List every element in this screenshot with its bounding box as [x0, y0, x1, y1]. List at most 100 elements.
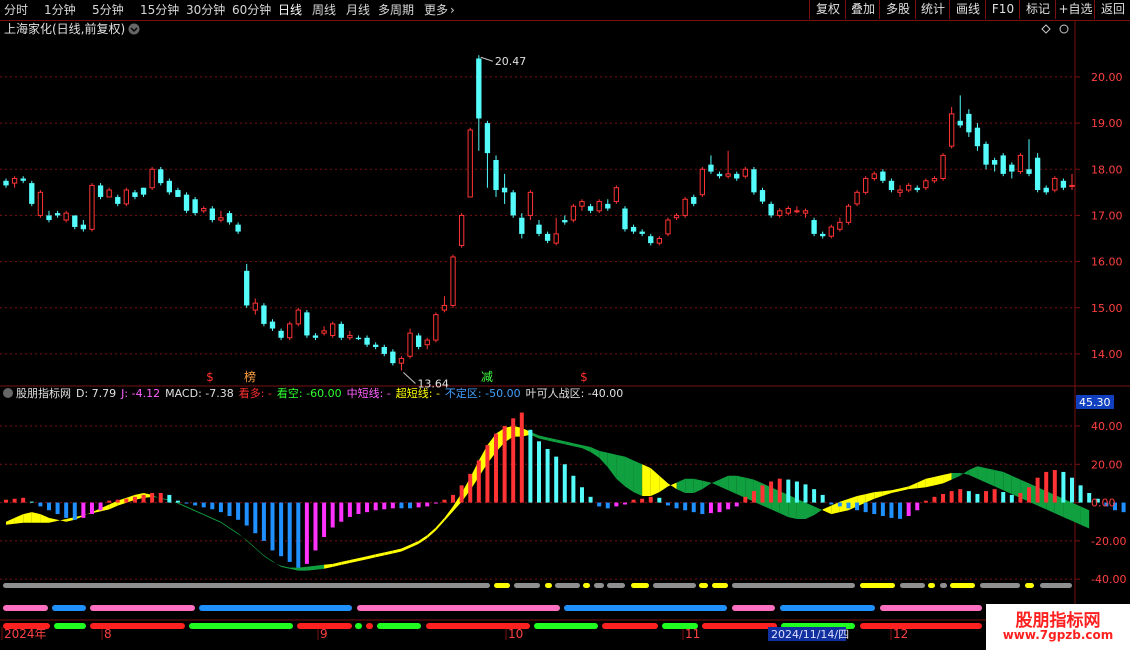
status-strip-1 — [607, 583, 625, 588]
candle-body — [89, 184, 95, 230]
indicator-bar — [674, 502, 679, 509]
band-segment — [1080, 506, 1090, 529]
indicator-bar — [820, 494, 825, 503]
current-value-label: 45.30 — [1079, 396, 1111, 409]
indicator-bar — [175, 500, 180, 503]
indicator-bar — [322, 502, 327, 538]
band-segment — [659, 475, 668, 493]
indicator-bar — [1009, 494, 1014, 503]
toolbar-button-3[interactable]: 统计 — [915, 0, 950, 19]
indicator-tick-label: 0.00 — [1091, 497, 1116, 510]
band-segment — [203, 514, 213, 519]
high-price-label: 20.47 — [495, 55, 527, 68]
status-strip-1 — [583, 583, 590, 588]
indicator-label-0: 股朋指标网 — [16, 386, 71, 400]
indicator-bar — [880, 502, 885, 516]
band-segment — [968, 466, 978, 479]
band-segment — [573, 443, 582, 449]
toolbar-button-2[interactable]: 多股 — [879, 0, 916, 19]
indicator-bar — [992, 489, 997, 503]
toolbar-button-4[interactable]: 画线 — [949, 0, 986, 19]
indicator-bar — [932, 496, 937, 503]
indicator-bar — [21, 497, 26, 503]
indicator-bar — [640, 498, 645, 503]
candle-body — [72, 215, 78, 227]
period-4[interactable]: 30分钟 — [186, 2, 225, 18]
band-segment — [392, 548, 402, 554]
toolbar-button-6[interactable]: 标记 — [1019, 0, 1056, 19]
toolbar-button-7[interactable]: +自选 — [1055, 0, 1095, 19]
status-strip-1 — [631, 583, 649, 588]
band-segment — [728, 475, 737, 495]
indicator-bar — [287, 502, 292, 562]
indicator-bar — [201, 502, 206, 508]
cursor-date-label: 2024/11/14/四 — [771, 628, 849, 641]
indicator-bar — [115, 499, 120, 503]
band-segment — [1114, 521, 1124, 526]
candlestick-series — [3, 55, 1075, 371]
candle-body — [1069, 184, 1075, 187]
period-2[interactable]: 5分钟 — [92, 2, 124, 18]
period-0[interactable]: 分时 — [4, 2, 28, 18]
period-5[interactable]: 60分钟 — [232, 2, 271, 18]
candle-body — [656, 238, 663, 244]
toolbar-button-1[interactable]: 叠加 — [845, 0, 880, 19]
more-chevron-icon[interactable]: › — [450, 2, 455, 18]
toolbar-button-5[interactable]: F10 — [985, 0, 1020, 19]
indicator-bar — [588, 496, 593, 503]
candle-body — [948, 113, 955, 147]
period-3[interactable]: 15分钟 — [140, 2, 179, 18]
diamond-icon[interactable] — [1041, 24, 1051, 34]
period-9[interactable]: 多周期 — [378, 2, 414, 18]
band-segment — [624, 456, 634, 493]
band-segment — [986, 468, 995, 487]
band-segment — [539, 435, 548, 441]
indicator-bar — [167, 494, 172, 503]
toolbar-button-8[interactable]: 返回 — [1094, 0, 1130, 19]
band-segment — [633, 460, 643, 496]
period-8[interactable]: 月线 — [346, 2, 370, 18]
indicator-bar — [734, 502, 739, 507]
candle-body — [424, 339, 430, 346]
band-segment — [341, 560, 350, 565]
band-segment — [874, 491, 883, 499]
band-segment — [1097, 514, 1107, 518]
candle-body — [398, 358, 405, 364]
toolbar-button-0[interactable]: 复权 — [809, 0, 846, 19]
period-1[interactable]: 1分钟 — [44, 2, 76, 18]
band-segment — [238, 533, 247, 541]
band-segment — [702, 480, 711, 490]
candle-body — [46, 215, 52, 221]
indicator-bar — [425, 502, 430, 507]
indicator-bar — [236, 502, 241, 520]
settings-circle-icon[interactable] — [1059, 24, 1069, 34]
band-segment — [1072, 502, 1081, 525]
indicator-bar — [55, 502, 60, 515]
price-tick-label: 17.00 — [1091, 209, 1123, 222]
indicator-series — [3, 412, 1126, 629]
indicator-bar — [803, 484, 808, 503]
band-segment — [951, 473, 961, 480]
band-segment — [349, 558, 359, 564]
candle-body — [63, 212, 69, 221]
indicator-bar — [339, 502, 344, 522]
band-segment — [581, 445, 591, 452]
band-segment — [220, 521, 230, 529]
band-segment — [281, 565, 290, 569]
candle-body — [407, 332, 413, 357]
candle-body — [218, 217, 224, 221]
indicator-bar — [244, 502, 249, 526]
indicator-bar — [193, 502, 198, 506]
stock-chart[interactable]: 20.00 19.00 18.00 17.00 16.00 15.00 14.00 40.00… — [0, 20, 1130, 650]
period-7[interactable]: 周线 — [312, 2, 336, 18]
period-10[interactable]: 更多 — [424, 2, 448, 18]
status-strip-3 — [702, 623, 777, 629]
indicator-menu-icon[interactable] — [3, 388, 13, 398]
band-segment — [805, 502, 815, 519]
status-strip-1 — [1025, 583, 1034, 588]
indicator-bar — [554, 456, 559, 503]
period-6[interactable]: 日线 — [278, 2, 302, 18]
indicator-bar — [494, 433, 499, 503]
band-segment — [607, 452, 617, 479]
price-tick-label: 20.00 — [1091, 71, 1123, 84]
